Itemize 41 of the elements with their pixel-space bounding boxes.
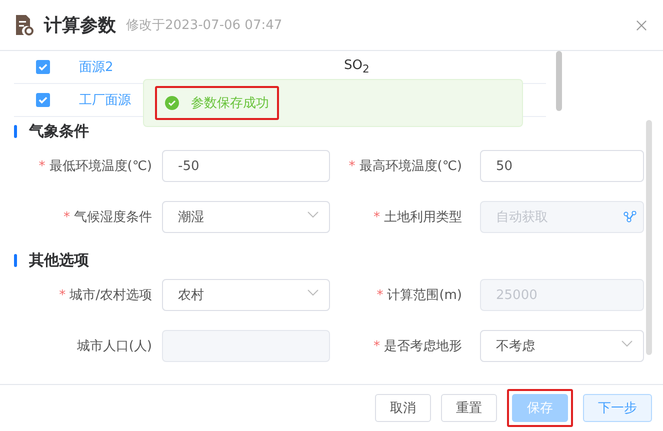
required-asterisk: * <box>64 210 70 224</box>
field-label: 计算范围(m) <box>387 287 462 304</box>
field-label: 气候湿度条件 <box>74 209 152 226</box>
chevron-down-icon[interactable] <box>621 340 633 348</box>
required-asterisk: * <box>59 288 66 302</box>
field-label: 最低环境温度(℃) <box>49 158 152 175</box>
nodes-icon[interactable] <box>623 211 637 223</box>
checkbox[interactable] <box>36 60 50 74</box>
chevron-down-icon[interactable] <box>307 211 319 219</box>
field-label: 城市/农村选项 <box>70 287 152 304</box>
scrollbar[interactable] <box>646 120 652 355</box>
field-label: 是否考虑地形 <box>384 338 462 355</box>
toast-message: 参数保存成功 <box>191 95 269 112</box>
modified-time: 修改于2023-07-06 07:47 <box>126 17 282 34</box>
select-field[interactable]: 不考虑 <box>480 330 644 362</box>
check-circle-icon <box>165 96 179 110</box>
input-field[interactable]: 50 <box>480 150 644 182</box>
field-label: 最高环境温度(℃) <box>359 158 462 175</box>
select-field[interactable]: 潮湿 <box>162 201 330 233</box>
select-field[interactable]: 农村 <box>162 279 330 311</box>
required-asterisk: * <box>376 288 384 302</box>
input-field[interactable]: -50 <box>162 150 330 182</box>
chevron-down-icon[interactable] <box>307 289 319 297</box>
section-title: 其他选项 <box>29 250 89 270</box>
footer-button[interactable]: 重置 <box>441 394 497 422</box>
field-label: 土地利用类型 <box>384 209 462 226</box>
checkbox[interactable] <box>36 93 50 107</box>
required-asterisk: * <box>348 158 356 174</box>
field-label: 城市人口(人) <box>76 338 152 355</box>
section-marker <box>14 124 17 138</box>
required-asterisk: * <box>374 338 380 354</box>
section-title: 气象条件 <box>29 122 89 140</box>
scrollbar[interactable] <box>556 51 562 111</box>
table-cell: SO$_{2}$ <box>344 58 370 76</box>
required-asterisk: * <box>374 210 380 224</box>
section-marker <box>14 254 17 266</box>
required-asterisk: * <box>38 158 46 174</box>
dialog-title: 计算参数 <box>44 14 116 37</box>
close-icon[interactable] <box>636 20 647 30</box>
footer-button[interactable]: 取消 <box>375 394 431 422</box>
document-settings-icon <box>14 14 34 36</box>
